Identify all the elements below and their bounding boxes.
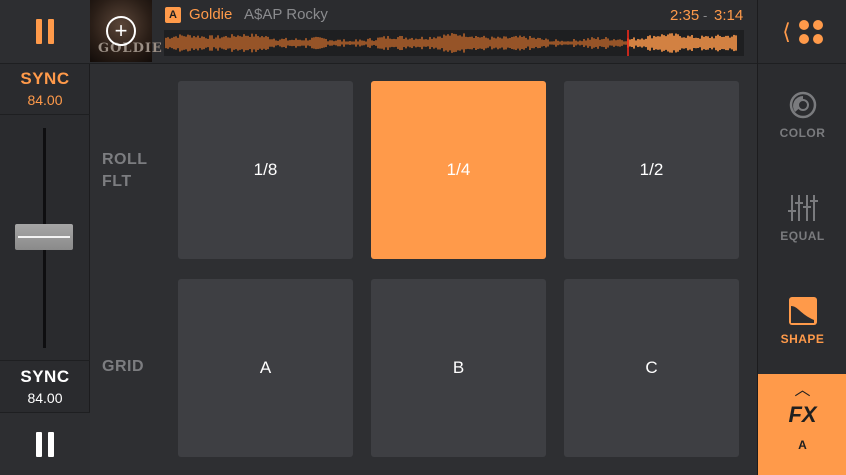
grid-dots-icon — [798, 19, 823, 44]
fx-deck-toggle[interactable]: ︿ FX A — [758, 374, 846, 475]
fx-label: FX — [788, 402, 817, 427]
time-separator: - — [703, 8, 708, 23]
pad-grid-c[interactable]: C — [564, 279, 739, 457]
fx-pad-area: ROLL FLT GRID 1/8 1/4 1/2 A B C — [90, 64, 757, 475]
bpm-value: 84.00 — [27, 92, 63, 108]
pad-grid-b[interactable]: B — [371, 279, 546, 457]
waveform-overview[interactable] — [164, 30, 744, 56]
album-art[interactable]: GOLDIE + — [90, 0, 162, 62]
pad-roll-1-2[interactable]: 1/2 — [564, 81, 739, 259]
chevron-up-icon: ︿ — [794, 382, 811, 399]
color-knob-icon — [789, 91, 816, 119]
pause-icon — [36, 431, 54, 457]
fx-deck-label: A — [798, 438, 807, 452]
pad-grid-a[interactable]: A — [178, 279, 353, 457]
sync-button-bottom[interactable]: SYNC 84.00 — [0, 360, 90, 412]
view-switch-button[interactable]: ⟨ — [758, 0, 846, 64]
sync-label: SYNC — [20, 367, 70, 386]
time-elapsed: 2:35 — [670, 7, 700, 24]
row-label-line: ROLL — [102, 151, 148, 168]
color-fx-button[interactable]: COLOR — [758, 90, 846, 190]
equal-fx-button[interactable]: EQUAL — [758, 193, 846, 293]
right-sidebar: ⟨ COLOR EQUAL SHAPE ︿ FX A — [757, 0, 846, 475]
tempo-fader-handle[interactable] — [15, 224, 73, 250]
row-label-grid: GRID — [102, 356, 172, 378]
pause-button-bottom[interactable] — [0, 412, 90, 475]
equal-label: EQUAL — [780, 229, 825, 243]
track-header: GOLDIE + A Goldie A$AP Rocky 2:35 - 3:14 — [90, 0, 757, 64]
pause-button-top[interactable] — [0, 0, 90, 64]
sync-button-top[interactable]: SYNC 84.00 — [0, 64, 90, 115]
color-label: COLOR — [779, 126, 826, 140]
pad-roll-1-8[interactable]: 1/8 — [178, 81, 353, 259]
row-label-roll-flt: ROLL FLT — [102, 149, 172, 193]
shape-label: SHAPE — [780, 332, 825, 346]
time-total: 3:14 — [714, 7, 744, 24]
pause-icon — [36, 19, 54, 44]
pad-roll-1-4[interactable]: 1/4 — [371, 81, 546, 259]
shape-curve-icon — [788, 297, 817, 325]
row-label-line: GRID — [102, 358, 144, 375]
track-artist: A$AP Rocky — [244, 6, 328, 23]
plus-circle-icon[interactable]: + — [106, 16, 136, 46]
chevron-left-icon: ⟨ — [782, 18, 791, 44]
left-deck-panel: SYNC 84.00 SYNC 84.00 — [0, 0, 90, 475]
sync-label: SYNC — [20, 69, 70, 88]
row-label-line: FLT — [102, 173, 132, 190]
album-art-text: GOLDIE — [98, 41, 163, 56]
bpm-value: 84.00 — [27, 390, 63, 406]
track-title: Goldie — [189, 6, 233, 23]
equalizer-sliders-icon — [787, 195, 818, 221]
deck-badge: A — [165, 7, 181, 23]
